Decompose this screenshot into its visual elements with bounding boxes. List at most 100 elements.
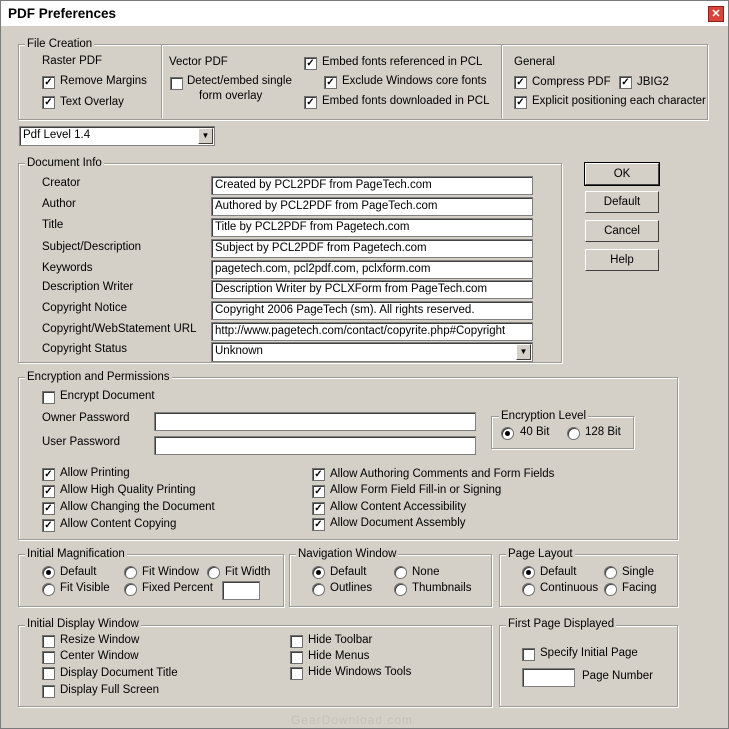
allow-fillin-checkbox[interactable]: ✓ bbox=[312, 485, 325, 498]
navigation-group bbox=[289, 554, 492, 607]
nav-none-label: None bbox=[412, 566, 440, 578]
user-password-label: User Password bbox=[42, 436, 120, 448]
encrypt-document-checkbox[interactable] bbox=[42, 391, 55, 404]
fit-visible-label: Fit Visible bbox=[60, 582, 110, 594]
copyright-status-value: Unknown bbox=[215, 345, 263, 357]
embed-fonts-downloaded-label: Embed fonts downloaded in PCL bbox=[322, 95, 490, 107]
pdf-level-select[interactable]: Pdf Level 1.4 ▼ bbox=[19, 126, 215, 146]
keywords-label: Keywords bbox=[42, 262, 93, 274]
document-info-legend: Document Info bbox=[25, 157, 104, 169]
chevron-down-icon[interactable]: ▼ bbox=[198, 128, 213, 144]
allow-accessibility-checkbox[interactable]: ✓ bbox=[312, 502, 325, 515]
page-number-field[interactable] bbox=[522, 668, 575, 687]
detect-embed-overlay-label-2: form overlay bbox=[199, 90, 263, 102]
fixed-percent-radio[interactable] bbox=[124, 583, 137, 596]
encrypt-document-label: Encrypt Document bbox=[60, 390, 155, 402]
magnification-legend: Initial Magnification bbox=[25, 548, 127, 560]
allow-comments-checkbox[interactable]: ✓ bbox=[312, 468, 325, 481]
40-bit-radio[interactable] bbox=[501, 427, 514, 440]
128-bit-radio[interactable] bbox=[567, 427, 580, 440]
allow-assembly-checkbox[interactable]: ✓ bbox=[312, 518, 325, 531]
allow-changing-checkbox[interactable]: ✓ bbox=[42, 502, 55, 515]
close-icon[interactable]: ✕ bbox=[708, 6, 724, 22]
allow-hq-printing-checkbox[interactable]: ✓ bbox=[42, 485, 55, 498]
text-overlay-checkbox[interactable]: ✓ bbox=[42, 96, 55, 109]
fit-window-radio[interactable] bbox=[124, 566, 137, 579]
separator bbox=[501, 45, 502, 118]
cancel-button[interactable]: Cancel bbox=[585, 220, 659, 242]
display-full-screen-checkbox[interactable] bbox=[42, 685, 55, 698]
title-field[interactable]: Title by PCL2PDF from Pagetech.com bbox=[211, 218, 533, 237]
hide-windows-tools-label: Hide Windows Tools bbox=[308, 666, 412, 678]
copyright-url-field[interactable]: http://www.pagetech.com/contact/copyrite… bbox=[211, 322, 533, 341]
allow-copying-checkbox[interactable]: ✓ bbox=[42, 519, 55, 532]
mag-default-radio[interactable] bbox=[42, 566, 55, 579]
allow-assembly-label: Allow Document Assembly bbox=[330, 517, 466, 529]
jbig2-checkbox[interactable]: ✓ bbox=[619, 76, 632, 89]
hide-toolbar-label: Hide Toolbar bbox=[308, 634, 373, 646]
40-bit-label: 40 Bit bbox=[520, 426, 550, 438]
layout-default-radio[interactable] bbox=[522, 566, 535, 579]
fit-visible-radio[interactable] bbox=[42, 583, 55, 596]
detect-embed-overlay-checkbox[interactable] bbox=[170, 77, 183, 90]
hide-menus-checkbox[interactable] bbox=[290, 651, 303, 664]
creator-field[interactable]: Created by PCL2PDF from PageTech.com bbox=[211, 176, 533, 195]
embed-fonts-referenced-label: Embed fonts referenced in PCL bbox=[322, 56, 483, 68]
description-writer-field[interactable]: Description Writer by PCLXForm from Page… bbox=[211, 280, 533, 299]
layout-facing-label: Facing bbox=[622, 582, 657, 594]
description-writer-label: Description Writer bbox=[42, 281, 134, 293]
encryption-legend: Encryption and Permissions bbox=[25, 371, 172, 383]
layout-continuous-radio[interactable] bbox=[522, 583, 535, 596]
nav-thumbnails-label: Thumbnails bbox=[412, 582, 472, 594]
nav-outlines-radio[interactable] bbox=[312, 583, 325, 596]
subject-label: Subject/Description bbox=[42, 241, 142, 253]
layout-single-radio[interactable] bbox=[604, 566, 617, 579]
help-button[interactable]: Help bbox=[585, 249, 659, 271]
embed-fonts-referenced-checkbox[interactable]: ✓ bbox=[304, 57, 317, 70]
embed-fonts-downloaded-checkbox[interactable]: ✓ bbox=[304, 96, 317, 109]
explicit-positioning-checkbox[interactable]: ✓ bbox=[514, 96, 527, 109]
pdf-level-value: Pdf Level 1.4 bbox=[23, 129, 91, 141]
display-doc-title-checkbox[interactable] bbox=[42, 667, 55, 680]
nav-thumbnails-radio[interactable] bbox=[394, 583, 407, 596]
layout-facing-radio[interactable] bbox=[604, 583, 617, 596]
layout-single-label: Single bbox=[622, 566, 654, 578]
text-overlay-label: Text Overlay bbox=[60, 96, 124, 108]
compress-pdf-checkbox[interactable]: ✓ bbox=[514, 76, 527, 89]
specify-initial-page-checkbox[interactable] bbox=[522, 648, 535, 661]
layout-default-label: Default bbox=[540, 566, 577, 578]
author-field[interactable]: Authored by PCL2PDF from PageTech.com bbox=[211, 197, 533, 216]
fit-width-radio[interactable] bbox=[207, 566, 220, 579]
copyright-status-label: Copyright Status bbox=[42, 343, 128, 355]
mag-default-label: Default bbox=[60, 566, 97, 578]
allow-hq-printing-label: Allow High Quality Printing bbox=[60, 484, 196, 496]
owner-password-field[interactable] bbox=[154, 412, 476, 431]
creator-label: Creator bbox=[42, 177, 81, 189]
fixed-percent-field[interactable] bbox=[222, 581, 260, 600]
copyright-notice-field[interactable]: Copyright 2006 PageTech (sm). All rights… bbox=[211, 301, 533, 320]
hide-toolbar-checkbox[interactable] bbox=[290, 635, 303, 648]
center-window-checkbox[interactable] bbox=[42, 651, 55, 664]
separator bbox=[161, 45, 162, 118]
default-button[interactable]: Default bbox=[585, 191, 659, 213]
nav-default-radio[interactable] bbox=[312, 566, 325, 579]
hide-windows-tools-checkbox[interactable] bbox=[290, 667, 303, 680]
explicit-positioning-label: Explicit positioning each character bbox=[532, 95, 706, 107]
first-page-group bbox=[499, 625, 678, 707]
ok-button[interactable]: OK bbox=[584, 162, 660, 186]
exclude-windows-fonts-checkbox[interactable]: ✓ bbox=[324, 76, 337, 89]
subject-field[interactable]: Subject by PCL2PDF from Pagetech.com bbox=[211, 239, 533, 258]
copyright-notice-label: Copyright Notice bbox=[42, 302, 128, 314]
allow-printing-checkbox[interactable]: ✓ bbox=[42, 468, 55, 481]
nav-default-label: Default bbox=[330, 566, 367, 578]
allow-copying-label: Allow Content Copying bbox=[60, 518, 177, 530]
user-password-field[interactable] bbox=[154, 436, 476, 455]
copyright-status-select[interactable]: Unknown ▼ bbox=[211, 342, 533, 362]
resize-window-checkbox[interactable] bbox=[42, 635, 55, 648]
nav-none-radio[interactable] bbox=[394, 566, 407, 579]
keywords-field[interactable]: pagetech.com, pcl2pdf.com, pclxform.com bbox=[211, 260, 533, 279]
compress-pdf-label: Compress PDF bbox=[532, 76, 611, 88]
allow-printing-label: Allow Printing bbox=[60, 467, 130, 479]
remove-margins-checkbox[interactable]: ✓ bbox=[42, 76, 55, 89]
chevron-down-icon[interactable]: ▼ bbox=[516, 344, 531, 360]
